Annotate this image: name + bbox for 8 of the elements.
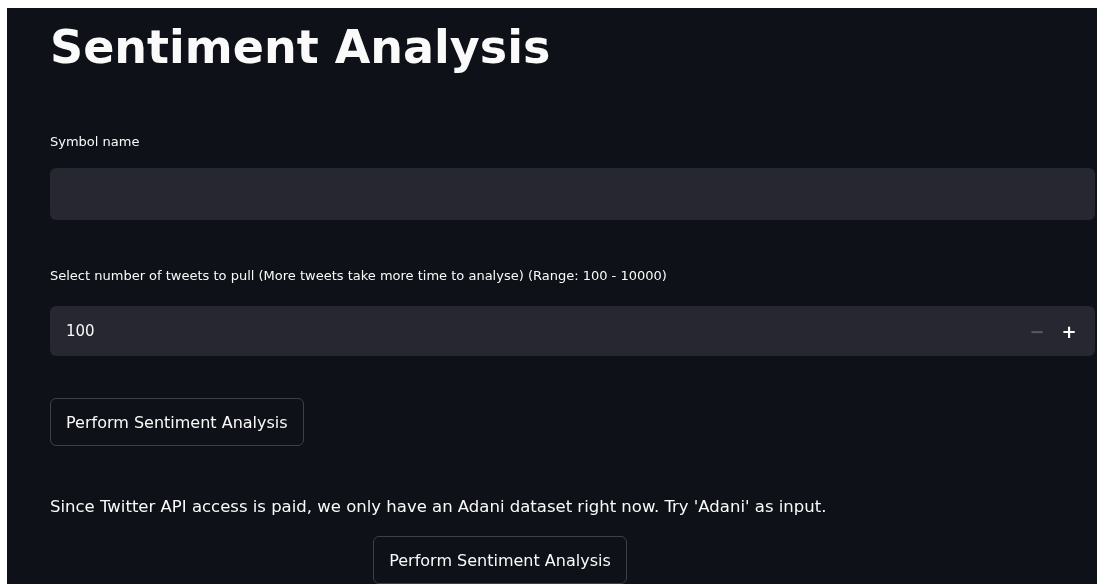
analysis-button[interactable]: Perform Sentiment Analysis	[50, 398, 304, 446]
info-text: Since Twitter API access is paid, we only have an Adani dataset right now. Try 'Adani' as input.	[50, 496, 828, 518]
page-title: Sentiment Analysis	[50, 19, 552, 76]
field-label: Symbol name	[50, 134, 141, 151]
analysis-button[interactable]: Perform Sentiment Analysis	[373, 536, 627, 584]
symbol-input-field[interactable]	[50, 168, 1095, 220]
field-label: Select number of tweets to pull (More tweets take more time to analyse) (Range: 100 - 10000)	[50, 268, 668, 285]
stepper-button[interactable]: +	[1053, 319, 1085, 343]
